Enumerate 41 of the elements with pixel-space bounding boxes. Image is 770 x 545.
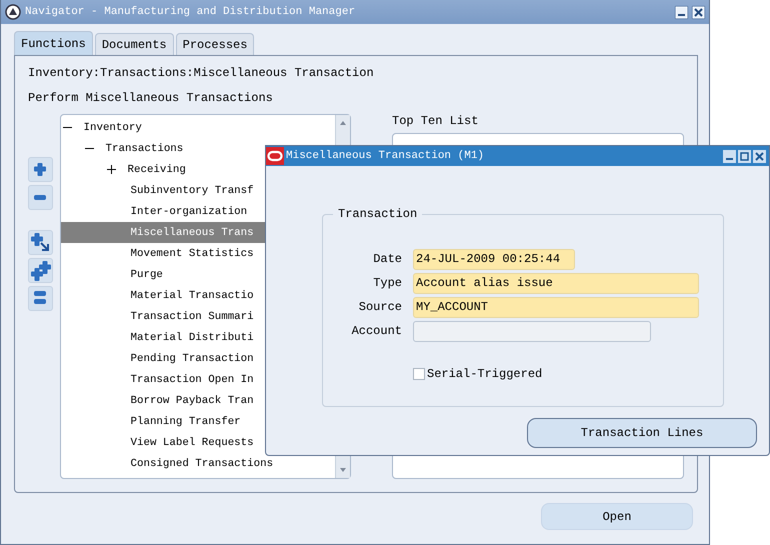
expand-button[interactable] [28,157,53,182]
minus-icon [34,194,48,200]
field-label: Account [350,324,402,338]
minimize-icon[interactable] [723,150,736,162]
open-button[interactable]: Open [541,503,693,530]
list-label: Top Ten List [392,114,480,130]
input-field[interactable]: MY_ACCOUNT [413,296,699,318]
double-minus-icon [34,291,48,306]
input-field[interactable]: 24-JUL-2009 00:25:44 [413,248,575,270]
function-description: Perform Miscellaneous Transactions [28,91,274,107]
checkbox-label: Serial-Triggered [427,367,542,381]
checkbox[interactable] [413,368,425,380]
app-icon [5,4,21,20]
double-plus-icon [30,260,50,280]
close-icon[interactable] [753,150,766,162]
dialog-title: Miscellaneous Transaction (M1) [286,150,486,162]
input-field[interactable] [413,320,651,342]
logo-icon [266,147,284,165]
transaction-lines-button[interactable]: Transaction Lines [527,418,757,448]
tree-item[interactable]: Inventory [60,117,335,138]
expand-all-button[interactable] [28,258,53,283]
plus-arrow-icon [30,232,50,252]
collapse-button[interactable] [28,185,53,210]
function-path: Inventory:Transactions:Miscellaneous Transaction [28,66,375,82]
window-title: Navigator - Manufacturing and Distribution Manager [25,6,356,18]
tab[interactable]: Documents [94,33,174,55]
collapse-all-button[interactable] [28,286,53,311]
input-field[interactable]: Account alias issue [413,272,699,294]
expand-branch-button[interactable] [28,230,53,255]
maximize-icon[interactable] [738,150,751,162]
expand-icon[interactable] [106,165,116,174]
field-label: Type [372,276,402,290]
tree-item[interactable]: Consigned Transactions [60,453,335,474]
tree-item[interactable]: Receiving [60,159,335,180]
field-label: Source [358,300,402,314]
plus-icon [34,162,48,176]
close-icon[interactable] [692,6,705,18]
field-label: Date [372,252,402,266]
tab[interactable]: Processes [176,33,254,55]
minimize-icon[interactable] [675,6,688,18]
tab[interactable]: Functions [14,31,93,55]
